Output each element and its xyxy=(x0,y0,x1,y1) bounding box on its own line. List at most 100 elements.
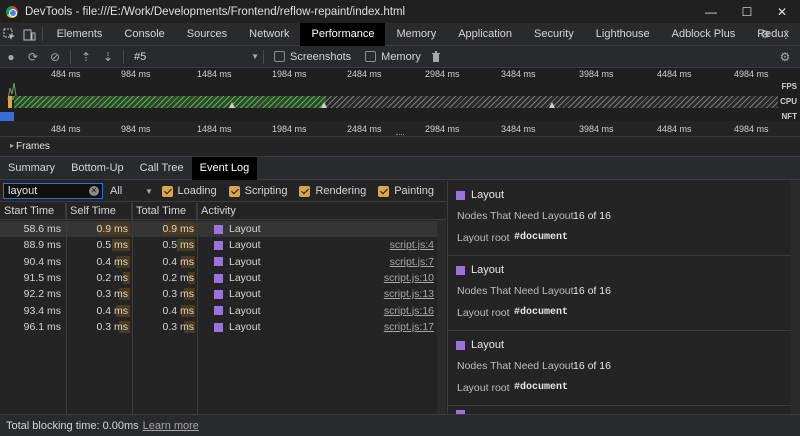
activity-cell: Layout xyxy=(214,319,261,335)
detail-title-text: Layout xyxy=(471,189,505,201)
minimize-button[interactable]: — xyxy=(694,0,728,23)
tab-performance[interactable]: Performance xyxy=(300,22,386,46)
start-time-cell: 58.6 ms xyxy=(23,223,61,235)
event-log-filter-bar: ✕ All ▼ Loading Scripting Rendering Paintin… xyxy=(0,181,446,202)
filter-rendering-checkbox[interactable] xyxy=(299,185,311,197)
subtab-summary[interactable]: Summary xyxy=(0,157,63,180)
garbage-collect-icon[interactable] xyxy=(425,46,447,68)
subtab-event-log[interactable]: Event Log xyxy=(191,156,258,180)
layout-detail-card: Layout Nodes That Need Layout 16 of 16 Layo… xyxy=(448,331,800,406)
ruler-tick-label: 3484 ms xyxy=(501,69,536,79)
total-time-cell: 0.4 ms xyxy=(162,255,194,268)
start-time-cell: 96.1 ms xyxy=(23,320,61,333)
source-link[interactable]: script.js:4 xyxy=(390,237,434,253)
layout-root-value[interactable]: #document xyxy=(514,232,568,243)
maximize-button[interactable]: ☐ xyxy=(730,0,764,23)
tab-console[interactable]: Console xyxy=(113,23,175,46)
nft-label: NFT xyxy=(781,112,797,121)
load-profile-icon[interactable]: ⇡ xyxy=(75,46,97,68)
source-link[interactable]: script.js:7 xyxy=(390,254,434,270)
tab-sources[interactable]: Sources xyxy=(176,23,238,46)
self-time-cell: 0.3 ms xyxy=(96,288,128,301)
column-total-time[interactable]: Total Time xyxy=(132,203,197,220)
ruler-tick-label: 2484 ms xyxy=(347,69,382,79)
total-blocking-time: Total blocking time: 0.00ms xyxy=(6,419,139,432)
detail-title-text: Layout xyxy=(471,264,505,276)
self-time-cell: 0.3 ms xyxy=(96,320,128,333)
memory-checkbox-box[interactable] xyxy=(365,51,377,62)
filter-scripting-checkbox[interactable] xyxy=(228,185,240,197)
column-activity[interactable]: Activity xyxy=(197,203,446,220)
learn-more-link[interactable]: Learn more xyxy=(143,420,199,432)
tab-network[interactable]: Network xyxy=(238,23,300,46)
filter-loading-checkbox[interactable] xyxy=(161,185,173,197)
source-link[interactable]: script.js:10 xyxy=(384,270,434,286)
close-window-button[interactable]: ✕ xyxy=(765,0,799,23)
layout-root-value[interactable]: #document xyxy=(514,382,568,393)
timeline-overview[interactable]: 484 ms 984 ms 1484 ms 1984 ms 2484 ms 2984 ms… xyxy=(0,68,800,121)
expand-arrow-icon[interactable]: ▸ xyxy=(10,141,14,150)
layout-color-swatch xyxy=(214,241,223,251)
device-toolbar-icon[interactable] xyxy=(19,23,38,46)
ruler-tick-label: 4984 ms xyxy=(734,124,769,134)
save-profile-icon[interactable]: ⇣ xyxy=(97,46,119,68)
tab-lighthouse[interactable]: Lighthouse xyxy=(585,23,661,46)
filter-input[interactable] xyxy=(3,183,103,199)
tab-application[interactable]: Application xyxy=(447,23,523,46)
screenshots-checkbox-box[interactable] xyxy=(274,51,285,62)
source-link[interactable]: script.js:16 xyxy=(384,303,434,319)
source-link[interactable]: script.js:17 xyxy=(384,319,434,335)
reload-record-icon[interactable]: ⟳ xyxy=(22,46,44,68)
tab-elements[interactable]: Elements xyxy=(46,23,114,46)
filter-loading[interactable]: Loading xyxy=(161,185,217,197)
start-time-cell: 91.5 ms xyxy=(23,271,61,284)
clear-icon[interactable]: ⊘ xyxy=(44,46,66,68)
profile-select[interactable]: #5 ▼ xyxy=(134,51,259,63)
memory-checkbox[interactable]: Memory xyxy=(365,51,421,63)
activity-name: Layout xyxy=(229,239,261,252)
source-link[interactable]: script.js:13 xyxy=(384,286,434,302)
filter-rendering[interactable]: Rendering xyxy=(299,185,366,197)
activity-name: Layout xyxy=(229,288,261,301)
more-options-icon[interactable]: ⋮ xyxy=(774,23,798,46)
nodes-need-layout-label: Nodes That Need Layout xyxy=(457,210,574,222)
capture-settings-gear-icon[interactable]: ⚙ xyxy=(774,46,796,68)
activity-cell: Layout xyxy=(214,286,261,302)
chevron-down-icon: ▼ xyxy=(251,52,259,61)
layout-color-swatch xyxy=(214,257,223,267)
frames-track[interactable]: ▸ Frames xyxy=(0,137,800,157)
window-title: DevTools - file:///E:/Work/Developments/… xyxy=(25,5,406,18)
column-self-time[interactable]: Self Time xyxy=(66,203,132,220)
screenshots-checkbox[interactable]: Screenshots xyxy=(274,51,351,63)
filter-painting-checkbox[interactable] xyxy=(378,185,390,197)
tab-adblock-plus[interactable]: Adblock Plus xyxy=(661,23,747,46)
details-scrollbar[interactable] xyxy=(791,181,800,414)
ruler-tick-label: 984 ms xyxy=(121,124,151,134)
activity-name: Layout xyxy=(229,320,261,333)
layout-root-value[interactable]: #document xyxy=(514,307,568,318)
table-scrollbar[interactable] xyxy=(437,220,446,414)
subtab-bottom-up[interactable]: Bottom-Up xyxy=(63,157,132,180)
total-time-cell: 0.4 ms xyxy=(162,304,194,317)
ruler-tick-label: 1484 ms xyxy=(197,69,232,79)
frames-label: Frames xyxy=(16,141,50,152)
clear-filter-icon[interactable]: ✕ xyxy=(89,186,99,196)
tab-memory[interactable]: Memory xyxy=(385,23,447,46)
activity-name: Layout xyxy=(229,255,261,268)
nodes-need-layout-label: Nodes That Need Layout xyxy=(457,285,574,297)
filter-painting[interactable]: Painting xyxy=(378,185,434,197)
chevron-down-icon: ▼ xyxy=(145,186,153,196)
tab-security[interactable]: Security xyxy=(523,23,585,46)
duration-select[interactable]: All ▼ xyxy=(110,185,153,197)
filter-scripting[interactable]: Scripting xyxy=(228,185,287,197)
window-titlebar: DevTools - file:///E:/Work/Developments/… xyxy=(0,0,800,23)
inspect-element-icon[interactable] xyxy=(0,23,19,46)
total-time-cell: 0.5 ms xyxy=(162,239,194,252)
event-details-pane: Layout Nodes That Need Layout 16 of 16 Layo… xyxy=(447,181,800,414)
layout-root-label: Layout root xyxy=(457,232,510,244)
record-button[interactable]: ● xyxy=(0,46,22,68)
timeline-ruler[interactable]: 484 ms 984 ms 1484 ms 1984 ms 2484 ms 2984 ms… xyxy=(0,121,800,137)
detail-title: Layout xyxy=(456,264,504,276)
column-start-time[interactable]: Start Time xyxy=(0,203,66,220)
subtab-call-tree[interactable]: Call Tree xyxy=(132,157,192,180)
